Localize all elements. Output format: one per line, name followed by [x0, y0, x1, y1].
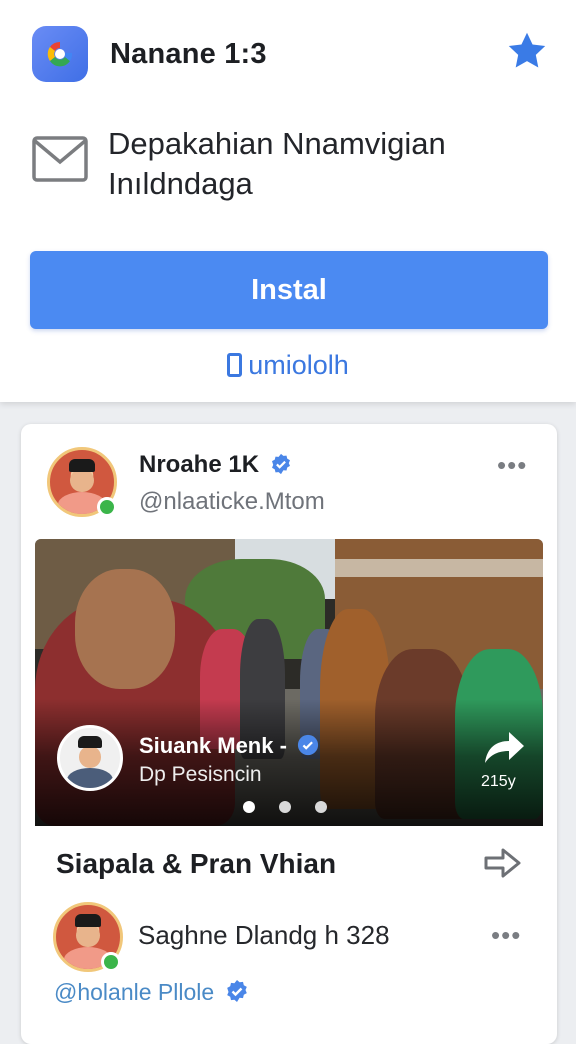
- commenter-name[interactable]: Saghne Dlandg h 328: [138, 920, 390, 951]
- online-status-icon: [101, 952, 121, 972]
- verified-badge-icon: [226, 980, 247, 1002]
- verified-badge-icon: [271, 453, 290, 475]
- photo-roof: [335, 559, 543, 577]
- photo-person-face: [75, 569, 175, 689]
- carousel-dot-3[interactable]: [315, 801, 327, 813]
- author-name[interactable]: Nroahe 1K: [139, 451, 292, 479]
- install-button[interactable]: Instal: [30, 251, 548, 329]
- verified-badge-icon: [297, 734, 319, 756]
- forward-arrow-icon[interactable]: [483, 846, 523, 880]
- app-header: Nanane 1:3: [32, 26, 552, 82]
- post-card: Nroahe 1K @nlaaticke.Mtom ••• Siuank Men…: [21, 424, 557, 1044]
- carousel-indicators: [243, 801, 339, 815]
- description-text: Depakahian Nnamvigian Inıldndaga: [108, 124, 446, 204]
- install-banner: Nanane 1:3 Depakahian Nnamvigian Inıldnd…: [0, 0, 576, 402]
- commenter-handle-text: @holanle Pllole: [54, 979, 215, 1005]
- post-title[interactable]: Siapala & Pran Vhian: [56, 848, 336, 880]
- overlay-avatar[interactable]: [57, 725, 123, 791]
- author-handle[interactable]: @nlaaticke.Mtom: [139, 488, 325, 516]
- share-arrow-icon[interactable]: [481, 729, 527, 767]
- author-name-text: Nroahe 1K: [139, 451, 260, 478]
- carousel-dot-2[interactable]: [279, 801, 291, 813]
- post-media-carousel[interactable]: Siuank Menk - Dp Pesisncin 215y: [35, 539, 543, 826]
- g-logo-icon[interactable]: [32, 26, 88, 82]
- description-line-2: Inıldndaga: [108, 166, 253, 201]
- overlay-author[interactable]: Siuank Menk -: [139, 733, 319, 759]
- more-options-icon[interactable]: •••: [497, 450, 527, 481]
- commenter-handle[interactable]: @holanle Pllole: [54, 979, 249, 1006]
- carousel-dot-1[interactable]: [243, 801, 255, 813]
- description-line-1: Depakahian Nnamvigian: [108, 126, 446, 161]
- secondary-link-label: umiololh: [248, 350, 349, 380]
- secondary-link[interactable]: umiololh: [0, 350, 576, 381]
- overlay-author-text: Siuank Menk -: [139, 733, 287, 758]
- app-description: Depakahian Nnamvigian Inıldndaga: [32, 124, 552, 204]
- star-icon[interactable]: [504, 28, 550, 74]
- app-title: Nanane 1:3: [110, 38, 267, 70]
- mail-icon: [32, 136, 88, 182]
- overlay-subtitle: Dp Pesisncin: [139, 763, 262, 786]
- phone-outline-icon: [227, 353, 243, 377]
- media-timestamp: 215y: [481, 773, 516, 790]
- comment-more-icon[interactable]: •••: [491, 920, 521, 951]
- online-status-icon: [97, 497, 117, 517]
